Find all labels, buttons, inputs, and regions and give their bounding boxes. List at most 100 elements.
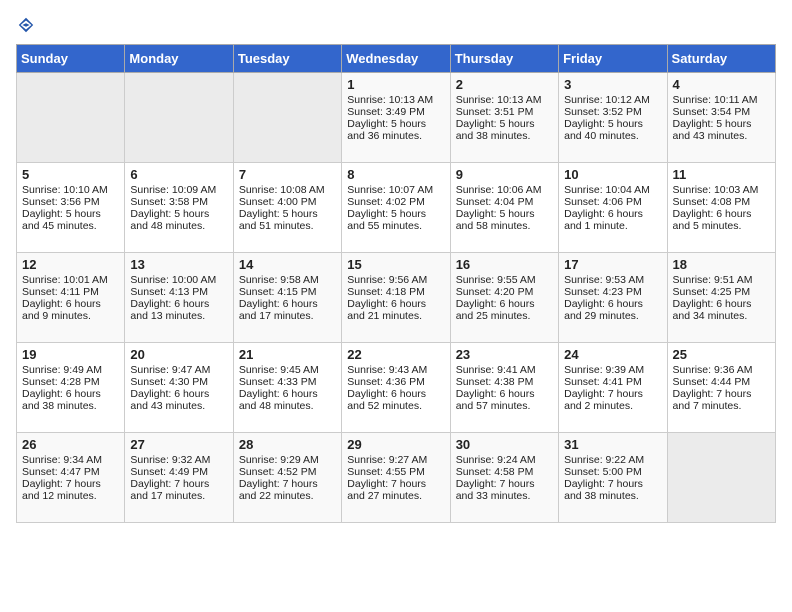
daylight-text: Daylight: 5 hours and 43 minutes. — [673, 118, 752, 142]
daylight-text: Daylight: 5 hours and 51 minutes. — [239, 208, 318, 232]
daylight-text: Daylight: 6 hours and 9 minutes. — [22, 298, 101, 322]
daylight-text: Daylight: 6 hours and 17 minutes. — [239, 298, 318, 322]
sunrise-text: Sunrise: 9:22 AM — [564, 454, 644, 466]
sunrise-text: Sunrise: 10:07 AM — [347, 184, 433, 196]
sunrise-text: Sunrise: 9:56 AM — [347, 274, 427, 286]
day-number: 11 — [673, 167, 770, 182]
day-number: 27 — [130, 437, 227, 452]
sunset-text: Sunset: 4:47 PM — [22, 466, 100, 478]
calendar-week-row: 19Sunrise: 9:49 AMSunset: 4:28 PMDayligh… — [17, 343, 776, 433]
page-header — [16, 16, 776, 34]
sunset-text: Sunset: 4:15 PM — [239, 286, 317, 298]
calendar-cell — [125, 73, 233, 163]
calendar-cell: 22Sunrise: 9:43 AMSunset: 4:36 PMDayligh… — [342, 343, 450, 433]
calendar-cell: 1Sunrise: 10:13 AMSunset: 3:49 PMDayligh… — [342, 73, 450, 163]
weekday-header: Wednesday — [342, 45, 450, 73]
sunset-text: Sunset: 4:11 PM — [22, 286, 99, 298]
daylight-text: Daylight: 5 hours and 40 minutes. — [564, 118, 643, 142]
calendar-cell: 7Sunrise: 10:08 AMSunset: 4:00 PMDayligh… — [233, 163, 341, 253]
calendar-cell: 12Sunrise: 10:01 AMSunset: 4:11 PMDaylig… — [17, 253, 125, 343]
daylight-text: Daylight: 5 hours and 38 minutes. — [456, 118, 535, 142]
day-number: 30 — [456, 437, 553, 452]
calendar-week-row: 12Sunrise: 10:01 AMSunset: 4:11 PMDaylig… — [17, 253, 776, 343]
day-number: 4 — [673, 77, 770, 92]
sunset-text: Sunset: 4:52 PM — [239, 466, 317, 478]
daylight-text: Daylight: 5 hours and 55 minutes. — [347, 208, 426, 232]
sunset-text: Sunset: 5:00 PM — [564, 466, 642, 478]
calendar-cell: 17 Sunrise: 9:53 AMSunset: 4:23 PMDayligh… — [559, 253, 667, 343]
sunrise-text: Sunrise: 10:01 AM — [22, 274, 108, 286]
daylight-text: Daylight: 6 hours and 48 minutes. — [239, 388, 318, 412]
calendar-cell: 29Sunrise: 9:27 AMSunset: 4:55 PMDayligh… — [342, 433, 450, 523]
day-number: 31 — [564, 437, 661, 452]
calendar-cell: 13Sunrise: 10:00 AMSunset: 4:13 PMDaylig… — [125, 253, 233, 343]
sunset-text: Sunset: 4:02 PM — [347, 196, 425, 208]
calendar-cell: 31 Sunrise: 9:22 AMSunset: 5:00 PMDayligh… — [559, 433, 667, 523]
calendar-cell: 8Sunrise: 10:07 AMSunset: 4:02 PMDayligh… — [342, 163, 450, 253]
sunrise-text: Sunrise: 9:58 AM — [239, 274, 319, 286]
daylight-text: Daylight: 7 hours and 12 minutes. — [22, 478, 101, 502]
day-number: 29 — [347, 437, 444, 452]
sunrise-text: Sunrise: 10:04 AM — [564, 184, 650, 196]
sunset-text: Sunset: 4:36 PM — [347, 376, 425, 388]
calendar-cell: 15Sunrise: 9:56 AMSunset: 4:18 PMDayligh… — [342, 253, 450, 343]
calendar-week-row: 26Sunrise: 9:34 AMSunset: 4:47 PMDayligh… — [17, 433, 776, 523]
daylight-text: Daylight: 6 hours and 1 minute. — [564, 208, 643, 232]
sunrise-text: Sunrise: 10:09 AM — [130, 184, 216, 196]
calendar-table: SundayMondayTuesdayWednesdayThursdayFrid… — [16, 44, 776, 523]
sunset-text: Sunset: 4:20 PM — [456, 286, 534, 298]
sunrise-text: Sunrise: 9:53 AM — [564, 274, 644, 286]
calendar-cell: 25Sunrise: 9:36 AMSunset: 4:44 PMDayligh… — [667, 343, 775, 433]
calendar-week-row: 1Sunrise: 10:13 AMSunset: 3:49 PMDayligh… — [17, 73, 776, 163]
daylight-text: Daylight: 6 hours and 25 minutes. — [456, 298, 535, 322]
sunrise-text: Sunrise: 9:24 AM — [456, 454, 536, 466]
day-number: 13 — [130, 257, 227, 272]
day-number: 9 — [456, 167, 553, 182]
calendar-cell — [233, 73, 341, 163]
day-number: 7 — [239, 167, 336, 182]
sunrise-text: Sunrise: 9:32 AM — [130, 454, 210, 466]
calendar-cell: 27Sunrise: 9:32 AMSunset: 4:49 PMDayligh… — [125, 433, 233, 523]
sunset-text: Sunset: 4:41 PM — [564, 376, 642, 388]
day-number: 1 — [347, 77, 444, 92]
sunrise-text: Sunrise: 10:11 AM — [673, 94, 758, 106]
daylight-text: Daylight: 7 hours and 7 minutes. — [673, 388, 752, 412]
weekday-header: Thursday — [450, 45, 558, 73]
daylight-text: Daylight: 5 hours and 58 minutes. — [456, 208, 535, 232]
weekday-header: Tuesday — [233, 45, 341, 73]
sunrise-text: Sunrise: 9:49 AM — [22, 364, 102, 376]
sunrise-text: Sunrise: 10:13 AM — [347, 94, 433, 106]
daylight-text: Daylight: 7 hours and 27 minutes. — [347, 478, 426, 502]
day-number: 17 — [564, 257, 661, 272]
calendar-cell: 20Sunrise: 9:47 AMSunset: 4:30 PMDayligh… — [125, 343, 233, 433]
daylight-text: Daylight: 5 hours and 45 minutes. — [22, 208, 101, 232]
day-number: 10 — [564, 167, 661, 182]
calendar-cell: 23Sunrise: 9:41 AMSunset: 4:38 PMDayligh… — [450, 343, 558, 433]
calendar-cell: 4 Sunrise: 10:11 AMSunset: 3:54 PMDayligh… — [667, 73, 775, 163]
daylight-text: Daylight: 6 hours and 29 minutes. — [564, 298, 643, 322]
calendar-cell: 5Sunrise: 10:10 AMSunset: 3:56 PMDayligh… — [17, 163, 125, 253]
calendar-cell: 24Sunrise: 9:39 AMSunset: 4:41 PMDayligh… — [559, 343, 667, 433]
day-number: 25 — [673, 347, 770, 362]
daylight-text: Daylight: 6 hours and 5 minutes. — [673, 208, 752, 232]
daylight-text: Daylight: 7 hours and 38 minutes. — [564, 478, 643, 502]
daylight-text: Daylight: 6 hours and 57 minutes. — [456, 388, 535, 412]
calendar-cell: 2Sunrise: 10:13 AMSunset: 3:51 PMDayligh… — [450, 73, 558, 163]
daylight-text: Daylight: 5 hours and 48 minutes. — [130, 208, 209, 232]
day-number: 15 — [347, 257, 444, 272]
sunrise-text: Sunrise: 10:08 AM — [239, 184, 325, 196]
sunrise-text: Sunrise: 10:00 AM — [130, 274, 216, 286]
sunrise-text: Sunrise: 10:13 AM — [456, 94, 542, 106]
day-number: 2 — [456, 77, 553, 92]
sunrise-text: Sunrise: 9:43 AM — [347, 364, 427, 376]
calendar-cell: 26Sunrise: 9:34 AMSunset: 4:47 PMDayligh… — [17, 433, 125, 523]
sunrise-text: Sunrise: 10:10 AM — [22, 184, 108, 196]
daylight-text: Daylight: 5 hours and 36 minutes. — [347, 118, 426, 142]
sunrise-text: Sunrise: 9:34 AM — [22, 454, 102, 466]
calendar-cell: 30Sunrise: 9:24 AMSunset: 4:58 PMDayligh… — [450, 433, 558, 523]
sunset-text: Sunset: 4:23 PM — [564, 286, 642, 298]
sunset-text: Sunset: 3:54 PM — [673, 106, 751, 118]
calendar-cell: 11Sunrise: 10:03 AMSunset: 4:08 PMDaylig… — [667, 163, 775, 253]
weekday-header: Monday — [125, 45, 233, 73]
day-number: 22 — [347, 347, 444, 362]
